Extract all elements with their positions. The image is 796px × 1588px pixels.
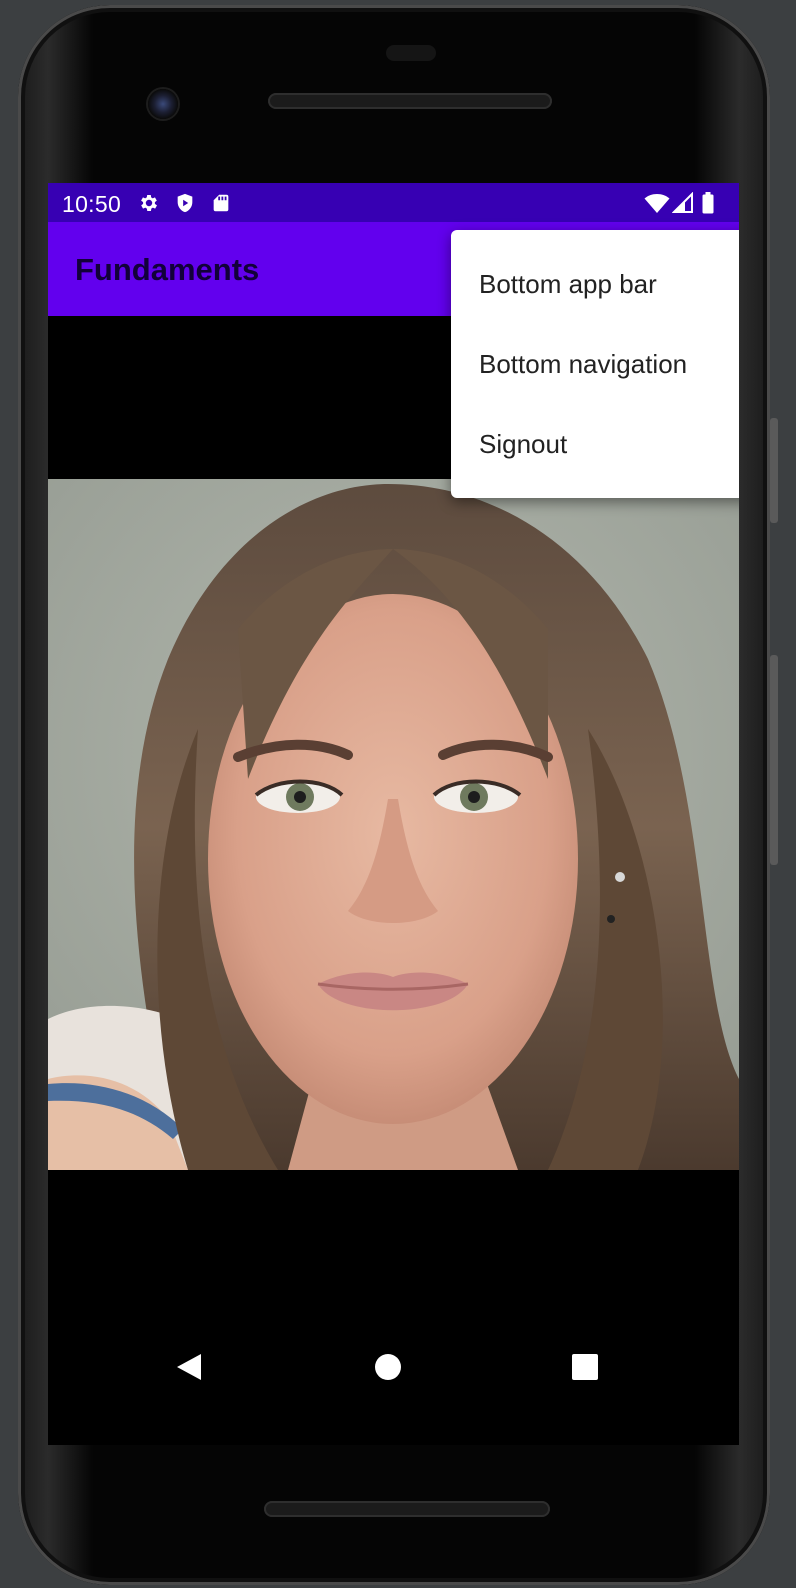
navigation-bar	[48, 1318, 739, 1418]
signal-icon	[672, 192, 693, 213]
menu-item-bottom-navigation[interactable]: Bottom navigation	[451, 324, 739, 404]
app-title: Fundaments	[75, 252, 260, 287]
power-button[interactable]	[770, 418, 778, 523]
menu-item-signout[interactable]: Signout	[451, 404, 739, 484]
volume-button[interactable]	[770, 655, 778, 865]
overflow-menu: Bottom app bar Bottom navigation Signout	[451, 230, 739, 498]
device-screen: 10:50 Fundaments Bottom app bar Bottom n…	[48, 183, 739, 1445]
earpiece-speaker	[268, 93, 552, 109]
status-time: 10:50	[62, 191, 122, 217]
front-camera	[148, 89, 178, 119]
shield-play-icon	[177, 193, 193, 213]
sd-card-icon	[213, 194, 229, 212]
back-icon[interactable]	[163, 1340, 217, 1394]
menu-item-bottom-app-bar[interactable]: Bottom app bar	[451, 244, 739, 324]
proximity-sensor	[386, 45, 436, 61]
bottom-speaker	[264, 1501, 550, 1517]
gear-icon	[141, 195, 157, 211]
portrait-image	[48, 479, 739, 1170]
recents-icon[interactable]	[558, 1340, 612, 1394]
battery-icon	[702, 192, 714, 214]
wifi-icon	[644, 194, 670, 213]
home-icon[interactable]	[361, 1340, 415, 1394]
status-bar: 10:50	[48, 183, 739, 222]
